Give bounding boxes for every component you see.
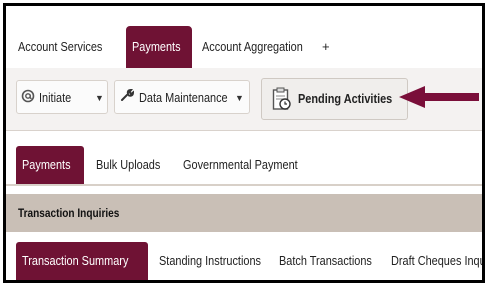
- wrench-icon: [119, 82, 135, 116]
- chevron-down-icon: ▼: [95, 93, 104, 103]
- tab-draft-cheques-inquiry-label: Draft Cheques Inqui: [391, 253, 485, 268]
- arrow-left-icon: [399, 86, 479, 108]
- data-maintenance-label: Data Maintenance: [138, 90, 228, 105]
- tab-payments[interactable]: Payments: [126, 26, 192, 68]
- sub-tab-bar: Payments Bulk Uploads Governmental Payme…: [6, 138, 482, 186]
- at-sign-icon: [21, 82, 35, 116]
- clipboard-clock-icon: [272, 87, 292, 116]
- tab-transaction-summary[interactable]: Transaction Summary: [16, 242, 148, 280]
- add-tab-label: +: [322, 39, 330, 54]
- subtab-payments[interactable]: Payments: [16, 146, 84, 184]
- subtab-bulk-uploads-label: Bulk Uploads: [96, 157, 161, 172]
- app-frame: Account Services Payments Account Aggreg…: [3, 3, 485, 283]
- add-tab-button[interactable]: +: [322, 26, 330, 68]
- subtab-governmental-payment-label: Governmental Payment: [183, 157, 298, 172]
- tab-account-aggregation-label: Account Aggregation: [202, 39, 303, 54]
- tab-account-aggregation[interactable]: Account Aggregation: [202, 26, 322, 68]
- pending-activities-button[interactable]: Pending Activities: [261, 78, 408, 120]
- initiate-label: Initiate: [38, 90, 71, 105]
- section-header: Transaction Inquiries: [6, 194, 482, 232]
- tab-standing-instructions-label: Standing Instructions: [159, 253, 261, 268]
- subtab-governmental-payment[interactable]: Governmental Payment: [183, 146, 320, 184]
- tab-draft-cheques-inquiry[interactable]: Draft Cheques Inqui: [391, 242, 485, 280]
- subtab-bulk-uploads[interactable]: Bulk Uploads: [96, 146, 173, 184]
- tab-transaction-summary-label: Transaction Summary: [22, 253, 129, 268]
- tab-account-services-label: Account Services: [18, 39, 103, 54]
- subtab-payments-label: Payments: [22, 157, 71, 172]
- tab-payments-label: Payments: [132, 39, 181, 54]
- top-tab-bar: Account Services Payments Account Aggreg…: [6, 6, 482, 69]
- initiate-button[interactable]: Initiate ▼: [16, 80, 108, 114]
- section-header-title: Transaction Inquiries: [18, 206, 120, 220]
- tab-batch-transactions-label: Batch Transactions: [279, 253, 372, 268]
- data-maintenance-button[interactable]: Data Maintenance ▼: [114, 80, 250, 114]
- action-toolbar: Initiate ▼ Data Maintenance ▼ Pending Ac…: [6, 68, 482, 131]
- chevron-down-icon: ▼: [235, 93, 244, 103]
- inquiry-tab-bar: Transaction Summary Standing Instruction…: [6, 232, 482, 280]
- pending-activities-label: Pending Activities: [298, 91, 393, 106]
- tab-account-services[interactable]: Account Services: [18, 26, 118, 68]
- tab-standing-instructions[interactable]: Standing Instructions: [159, 242, 280, 280]
- tab-batch-transactions[interactable]: Batch Transactions: [279, 242, 390, 280]
